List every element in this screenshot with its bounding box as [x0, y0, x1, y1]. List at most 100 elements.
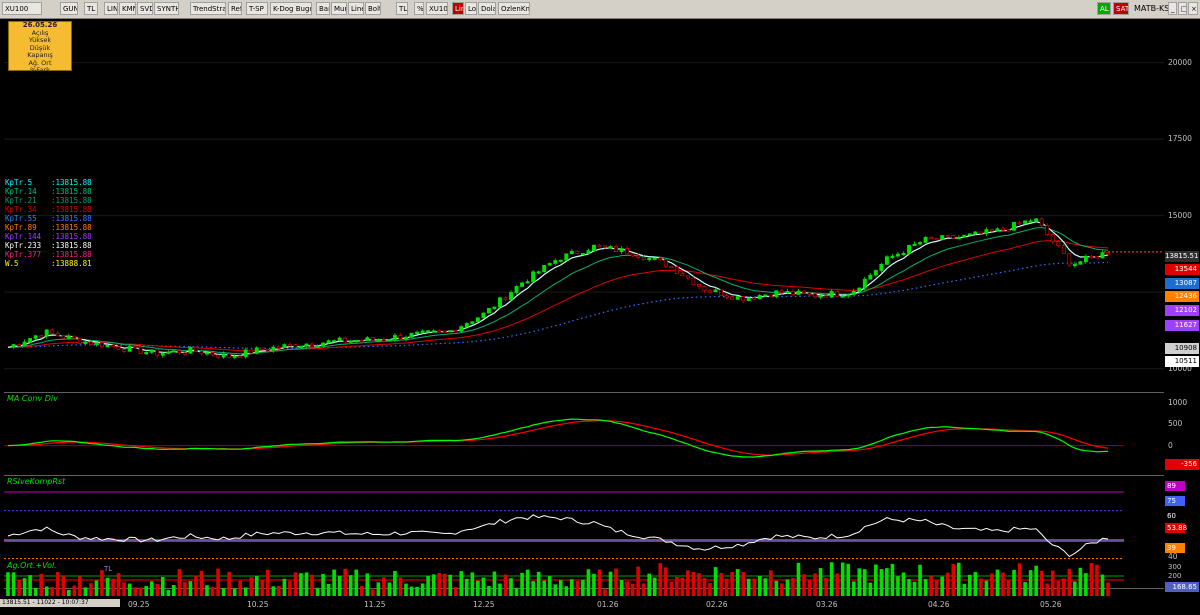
- volume-bar: [61, 575, 66, 596]
- log-scale-button[interactable]: Log: [465, 2, 477, 15]
- candle-body: [216, 354, 221, 358]
- volume-bar: [221, 588, 226, 596]
- volume-bar: [868, 582, 873, 596]
- candle-body: [868, 274, 873, 280]
- candle-body: [326, 340, 331, 344]
- buy-button[interactable]: AL: [1097, 2, 1111, 15]
- bar-button[interactable]: Bar: [316, 2, 330, 15]
- volume-bar: [55, 572, 60, 596]
- price-badge: 12102: [1165, 305, 1199, 316]
- volume-bar: [763, 578, 768, 596]
- trend-strategy-button[interactable]: TrendStrateji: [190, 2, 226, 15]
- volume-bar: [359, 585, 364, 596]
- volume-bar: [647, 573, 652, 596]
- volume-bar: [1023, 582, 1027, 596]
- volume-bar: [464, 578, 469, 596]
- sell-button[interactable]: SAT: [1113, 2, 1129, 15]
- volume-bar: [536, 571, 541, 596]
- volume-bar: [376, 582, 381, 596]
- date-label: 12.25: [473, 600, 495, 609]
- volume-bar: [1061, 578, 1066, 596]
- volume-bar: [183, 582, 187, 596]
- price-pane[interactable]: [4, 20, 1164, 393]
- volume-bar: [658, 563, 663, 596]
- maximize-icon[interactable]: □: [1178, 2, 1187, 15]
- currency-button[interactable]: TL: [84, 2, 98, 15]
- legend-row: KpTr.14:13815.88: [5, 187, 92, 196]
- volume-bar: [111, 578, 115, 596]
- mode-synth-button[interactable]: SYNTHF: [154, 2, 179, 15]
- volume-bar: [890, 563, 895, 596]
- candle-body: [321, 342, 326, 347]
- date-label: 10.25: [247, 600, 269, 609]
- close-icon[interactable]: ×: [1188, 2, 1198, 15]
- volume-bar: [702, 577, 707, 596]
- volume-bar: [923, 579, 928, 596]
- candle-body: [492, 306, 497, 309]
- legend-row: KpTr.34:13815.88: [5, 205, 92, 214]
- candle-body: [603, 245, 607, 248]
- candle-body: [956, 236, 961, 240]
- candle-body: [1050, 234, 1055, 243]
- volume-bar: [382, 577, 386, 596]
- legend-name: KpTr.89: [5, 223, 37, 232]
- candle-body: [735, 296, 740, 300]
- percent-button[interactable]: %: [414, 2, 424, 15]
- mode-kmn-button[interactable]: KMN: [119, 2, 136, 15]
- volume-bar: [1001, 572, 1005, 596]
- candle-body: [276, 346, 281, 349]
- lin-scale-button[interactable]: Lin: [452, 2, 464, 15]
- candle-body: [475, 317, 480, 323]
- line-button[interactable]: Line: [348, 2, 364, 15]
- candle-body: [674, 266, 679, 274]
- tsp-button[interactable]: T-SP: [246, 2, 268, 15]
- volume-bar: [940, 576, 944, 596]
- candle-body: [171, 350, 176, 353]
- candle-body: [503, 297, 508, 300]
- minimize-icon[interactable]: _: [1168, 2, 1177, 15]
- mum-button[interactable]: Mum: [331, 2, 347, 15]
- volume-bar: [757, 575, 762, 596]
- candle-body: [61, 335, 66, 339]
- candle-body: [315, 345, 320, 348]
- candle-body: [392, 335, 397, 340]
- candle-body: [182, 352, 187, 355]
- mode-svd-button[interactable]: SVD: [137, 2, 153, 15]
- macd-scale-label: 1000: [1168, 398, 1188, 408]
- legend-name: KpTr.233: [5, 241, 42, 250]
- tl-button[interactable]: TL: [396, 2, 408, 15]
- volume-bar: [116, 573, 121, 596]
- candle-body: [564, 253, 569, 261]
- date-label: 05.26: [1040, 600, 1062, 609]
- macd-pane[interactable]: [4, 393, 1164, 476]
- kdog-button[interactable]: K-Dog Bugun: [270, 2, 312, 15]
- candle-body: [426, 330, 431, 333]
- volume-currency-mark: TL: [104, 565, 113, 573]
- candle-body: [381, 339, 386, 342]
- candle-body: [486, 308, 491, 314]
- candle-body: [730, 296, 735, 300]
- volume-bar: [713, 567, 718, 596]
- dolar-button[interactable]: Dolar: [478, 2, 496, 15]
- period-button[interactable]: GUN: [60, 2, 78, 15]
- candle-body: [873, 270, 878, 276]
- candle-body: [398, 335, 403, 340]
- xu100-button[interactable]: XU100: [426, 2, 448, 15]
- candle-body: [100, 342, 104, 348]
- volume-bar: [160, 576, 165, 596]
- candle-body: [978, 231, 983, 234]
- mode-lin-button[interactable]: LIN: [104, 2, 118, 15]
- bolt-button[interactable]: Bolt: [365, 2, 381, 15]
- volume-bar: [680, 577, 685, 596]
- volume-bar: [232, 588, 237, 596]
- ozel-button[interactable]: OzlenKnt.KYI: [498, 2, 530, 15]
- volume-bar: [542, 580, 546, 596]
- volume-bar: [663, 567, 668, 596]
- candle-body: [669, 265, 674, 269]
- symbol-field[interactable]: XU100: [2, 2, 42, 15]
- volume-bar: [984, 580, 989, 596]
- ref-button[interactable]: Ref: [228, 2, 242, 15]
- rsi-scale-label: 40: [1168, 552, 1178, 562]
- candle-body: [459, 326, 464, 332]
- volume-bar: [1050, 570, 1055, 596]
